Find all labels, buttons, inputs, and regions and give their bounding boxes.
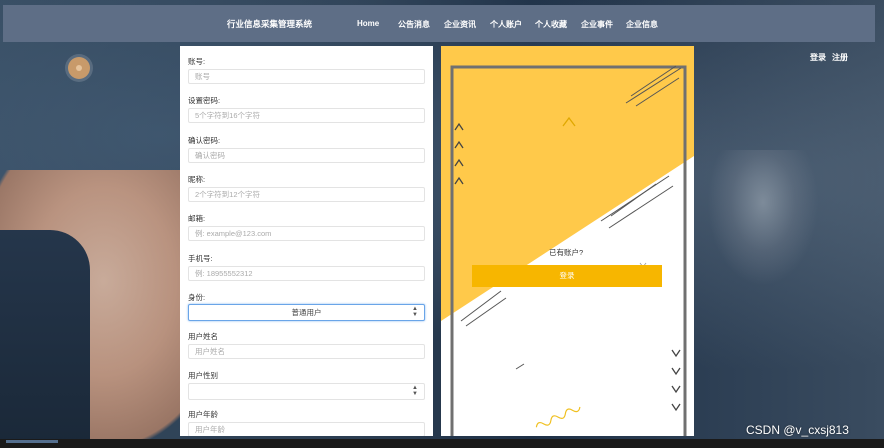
registration-form: 账号: 设置密码: 确认密码: 昵称: 邮箱: 手机号: 身份: 普通用户 ▲▼… <box>180 46 433 436</box>
nav-enterprise-news[interactable]: 企业资讯 <box>444 19 476 30</box>
bottom-strip <box>0 439 884 448</box>
confirm-password-input[interactable] <box>188 148 425 163</box>
nav-enterprise-events[interactable]: 企业事件 <box>581 19 613 30</box>
user-age-label: 用户年龄 <box>188 410 218 419</box>
phone-input[interactable] <box>188 266 425 281</box>
user-age-input[interactable] <box>188 422 425 436</box>
nav-personal-account[interactable]: 个人账户 <box>490 19 522 30</box>
decorative-pattern <box>441 46 694 436</box>
user-name-input[interactable] <box>188 344 425 359</box>
nav-announcements[interactable]: 公告消息 <box>398 19 430 30</box>
brand-title: 行业信息采集管理系统 <box>227 19 313 29</box>
login-button[interactable]: 登录 <box>472 265 662 287</box>
password-label: 设置密码: <box>188 96 221 105</box>
select-arrows-icon: ▲ ▼ <box>412 306 418 318</box>
register-link[interactable]: 注册 <box>832 52 848 63</box>
watermark: CSDN @v_cxsj813 <box>746 423 849 437</box>
nickname-input[interactable] <box>188 187 425 202</box>
identity-select[interactable]: 普通用户 ▲ ▼ <box>188 304 425 321</box>
account-label: 账号: <box>188 57 206 66</box>
top-navbar: 行业信息采集管理系统 Home 公告消息 企业资讯 个人账户 个人收藏 企业事件… <box>3 5 875 42</box>
select-arrows-icon: ▲ ▼ <box>412 385 418 397</box>
login-link[interactable]: 登录 <box>810 52 826 63</box>
user-icon <box>68 57 90 79</box>
nav-enterprise-info[interactable]: 企业信息 <box>626 19 658 30</box>
confirm-password-label: 确认密码: <box>188 136 221 145</box>
email-input[interactable] <box>188 226 425 241</box>
user-gender-select[interactable]: ▲ ▼ <box>188 383 425 400</box>
identity-label: 身份: <box>188 293 206 302</box>
login-switch-panel: 已有账户? 登录 <box>441 46 694 436</box>
identity-value: 普通用户 <box>291 308 322 317</box>
background-person <box>698 150 828 300</box>
email-label: 邮箱: <box>188 214 206 223</box>
nav-personal-favorites[interactable]: 个人收藏 <box>535 19 567 30</box>
nav-home[interactable]: Home <box>357 19 379 28</box>
password-input[interactable] <box>188 108 425 123</box>
background-sleeve <box>0 230 90 448</box>
have-account-text: 已有账户? <box>549 248 584 257</box>
nickname-label: 昵称: <box>188 175 206 184</box>
account-input[interactable] <box>188 69 425 84</box>
user-gender-label: 用户性别 <box>188 371 218 380</box>
phone-label: 手机号: <box>188 254 213 263</box>
user-name-label: 用户姓名 <box>188 332 218 341</box>
